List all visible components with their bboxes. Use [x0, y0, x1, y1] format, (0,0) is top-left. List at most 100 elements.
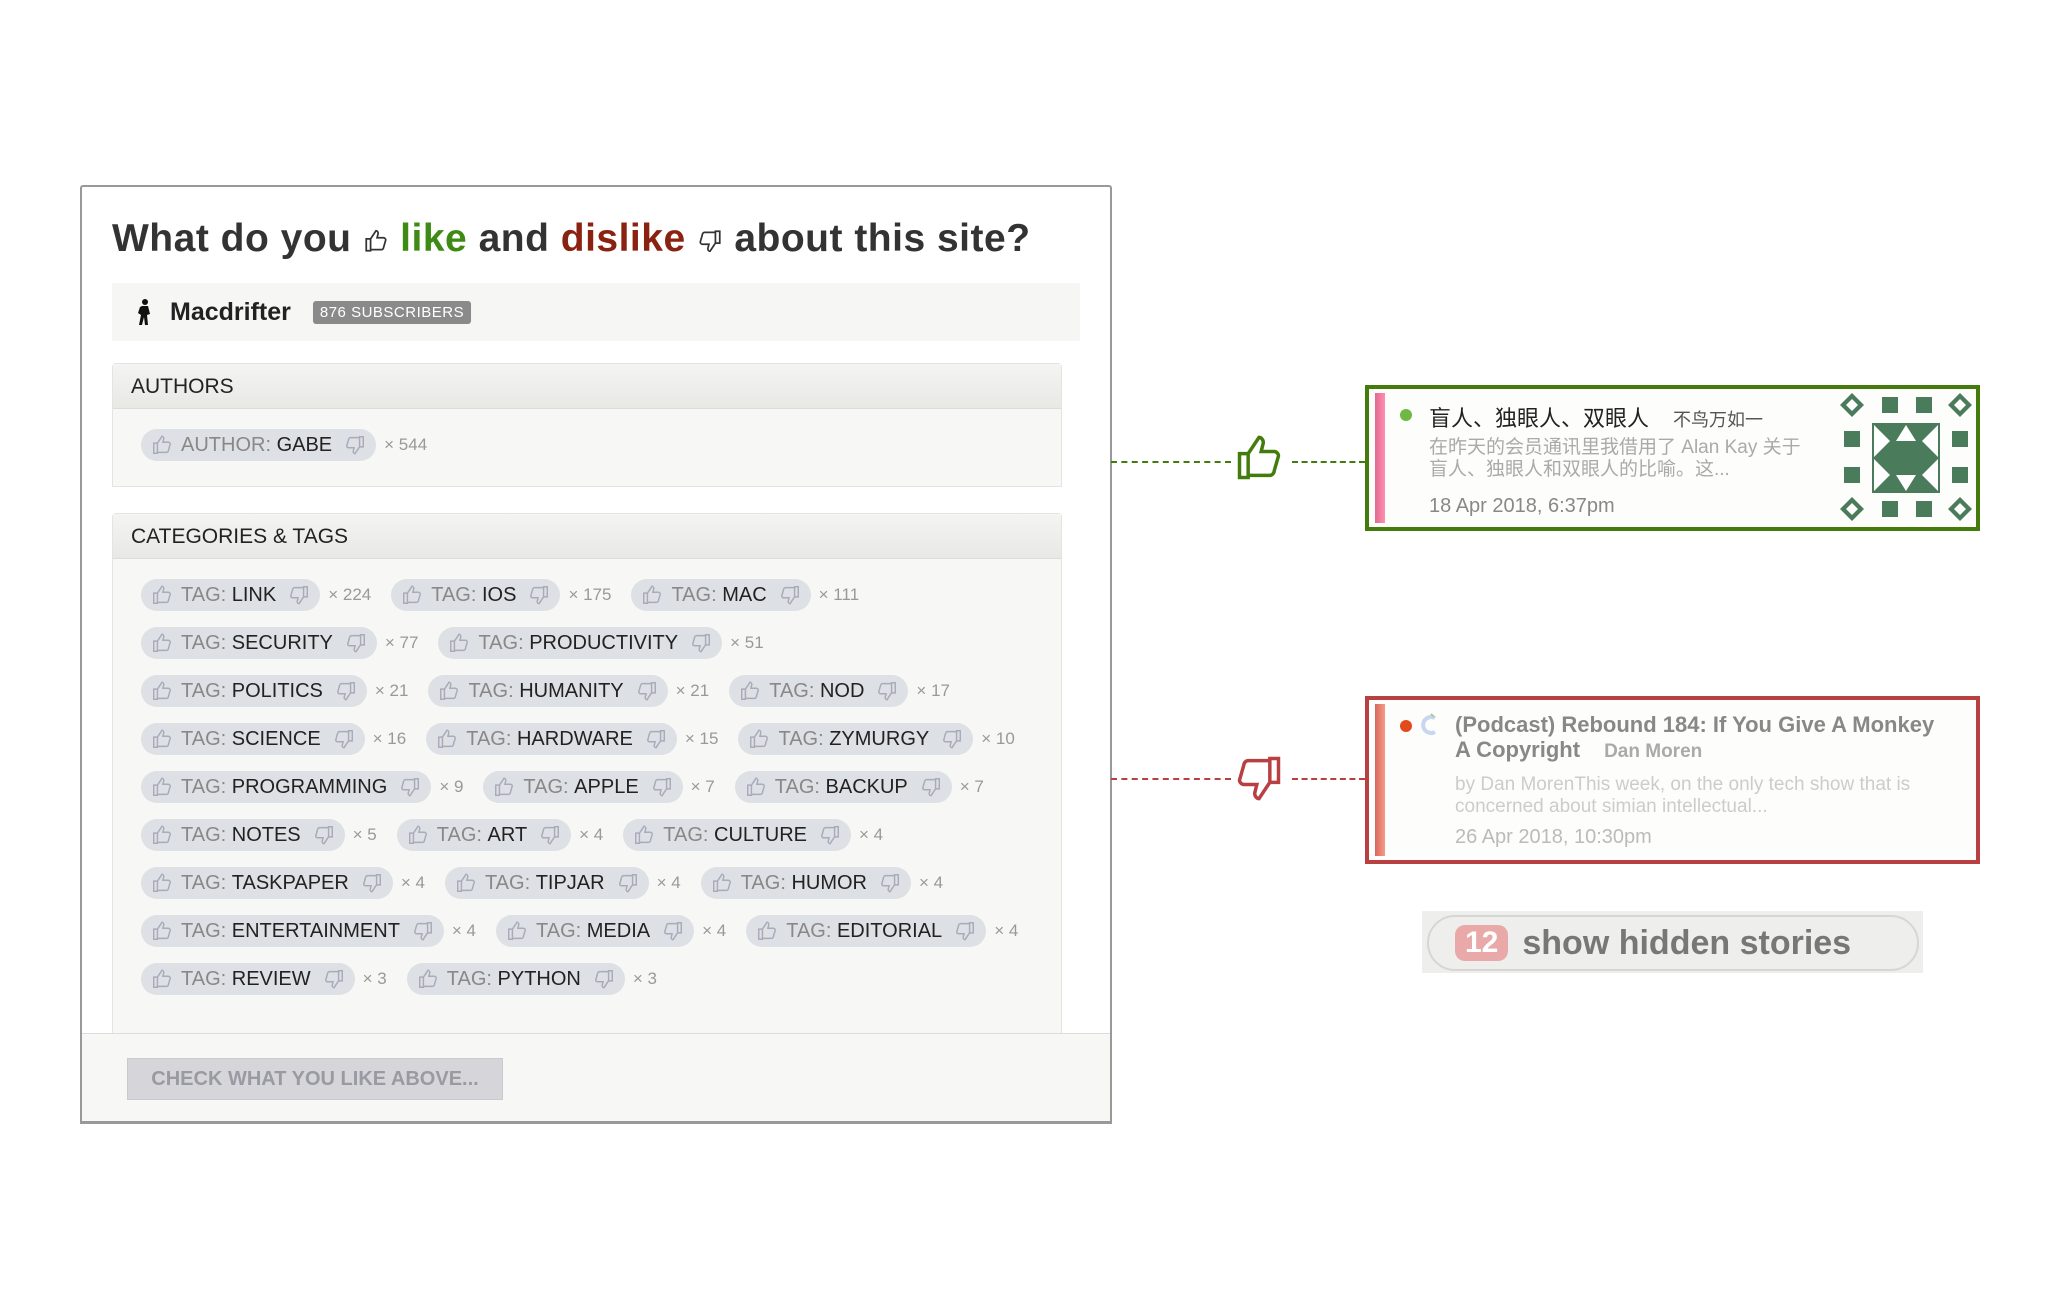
thumbs-up-icon[interactable] [711, 872, 733, 894]
feed-color-stripe [1375, 704, 1385, 856]
thumbs-up-icon[interactable] [151, 776, 173, 798]
classifier-chip[interactable]: TAG: NOTES [141, 819, 345, 851]
authors-panel: AUTHORS AUTHOR: GABE × 544 [112, 363, 1062, 487]
thumbs-up-icon[interactable] [641, 584, 663, 606]
chip-prefix: TAG: [431, 583, 477, 606]
thumbs-down-icon[interactable] [528, 584, 550, 606]
classifier-chip[interactable]: TAG: IOS [391, 579, 561, 611]
thumbs-down-icon[interactable] [335, 680, 357, 702]
classifier-chip[interactable]: TAG: ART [396, 819, 572, 851]
classifier-chip[interactable]: TAG: CULTURE [623, 819, 851, 851]
show-hidden-stories-button[interactable]: 12 show hidden stories [1422, 911, 1923, 973]
classifier-chip[interactable]: AUTHOR: GABE [141, 429, 377, 461]
chip-name: POLITICS [231, 679, 323, 702]
chip-name: ENTERTAINMENT [231, 919, 400, 942]
thumbs-down-icon[interactable] [879, 872, 901, 894]
thumbs-up-icon[interactable] [739, 680, 761, 702]
classifier-chip[interactable]: TAG: TIPJAR [444, 867, 649, 899]
thumbs-up-icon[interactable] [151, 632, 173, 654]
classifier-chip[interactable]: TAG: MAC [631, 579, 811, 611]
thumbs-up-icon[interactable] [151, 434, 173, 456]
thumbs-down-icon[interactable] [954, 920, 976, 942]
thumbs-down-icon[interactable] [645, 728, 667, 750]
thumbs-down-icon[interactable] [288, 584, 310, 606]
categories-header: CATEGORIES & TAGS [113, 514, 1061, 559]
thumbs-down-icon[interactable] [344, 434, 366, 456]
thumbs-up-icon[interactable] [151, 920, 173, 942]
classifier-chip[interactable]: TAG: HUMANITY [428, 675, 668, 707]
thumbs-down-icon[interactable] [876, 680, 898, 702]
classifier-chip[interactable]: TAG: ENTERTAINMENT [141, 915, 444, 947]
thumbs-down-icon [697, 228, 723, 254]
title-dislike: dislike [560, 217, 686, 260]
classifier-chip[interactable]: TAG: HUMOR [700, 867, 911, 899]
classifier-chip[interactable]: TAG: BACKUP [734, 771, 952, 803]
thumbs-down-icon[interactable] [690, 632, 712, 654]
submit-button[interactable]: CHECK WHAT YOU LIKE ABOVE... [127, 1058, 503, 1100]
thumbs-up-icon[interactable] [455, 872, 477, 894]
thumbs-up-icon[interactable] [151, 824, 173, 846]
thumbs-up-icon[interactable] [151, 728, 173, 750]
thumbs-up-icon[interactable] [151, 584, 173, 606]
thumbs-up-icon[interactable] [438, 680, 460, 702]
thumbs-down-icon[interactable] [941, 728, 963, 750]
thumbs-down-icon[interactable] [323, 968, 345, 990]
dialog-title: What do you like and dislike about this … [112, 217, 1031, 261]
disliked-story-card[interactable]: (Podcast) Rebound 184: If You Give A Mon… [1365, 696, 1980, 864]
thumbs-down-icon[interactable] [617, 872, 639, 894]
thumbs-up-icon[interactable] [448, 632, 470, 654]
thumbs-down-icon[interactable] [779, 584, 801, 606]
thumbs-up-icon[interactable] [151, 872, 173, 894]
thumbs-down-icon[interactable] [539, 824, 561, 846]
thumbs-down-icon[interactable] [651, 776, 673, 798]
chip-name: LINK [231, 583, 277, 606]
classifier-chip[interactable]: TAG: ZYMURGY [738, 723, 974, 755]
thumbs-down-icon[interactable] [593, 968, 615, 990]
thumbs-up-icon[interactable] [417, 968, 439, 990]
thumbs-down-icon[interactable] [662, 920, 684, 942]
thumbs-up-icon[interactable] [506, 920, 528, 942]
classifier-chip[interactable]: TAG: TASKPAPER [141, 867, 393, 899]
chip-name: MAC [722, 583, 767, 606]
thumbs-up-icon[interactable] [756, 920, 778, 942]
classifier-chip[interactable]: TAG: POLITICS [141, 675, 367, 707]
authors-header: AUTHORS [113, 364, 1061, 409]
chip-prefix: TAG: [774, 775, 820, 798]
thumbs-down-icon[interactable] [361, 872, 383, 894]
classifier-chip[interactable]: TAG: PROGRAMMING [141, 771, 432, 803]
chip-count: × 21 [374, 681, 409, 700]
thumbs-up-icon[interactable] [401, 584, 423, 606]
classifier-chip[interactable]: TAG: SECURITY [141, 627, 377, 659]
thumbs-up-icon[interactable] [633, 824, 655, 846]
thumbs-up-icon[interactable] [407, 824, 429, 846]
thumbs-down-icon[interactable] [345, 632, 367, 654]
classifier-chip[interactable]: TAG: PYTHON [406, 963, 625, 995]
classifier-chip[interactable]: TAG: LINK [141, 579, 321, 611]
thumbs-up-icon[interactable] [151, 968, 173, 990]
thumbs-up-icon[interactable] [748, 728, 770, 750]
classifier-chip[interactable]: TAG: EDITORIAL [746, 915, 987, 947]
thumbs-up-icon[interactable] [745, 776, 767, 798]
thumbs-down-icon[interactable] [412, 920, 434, 942]
classifier-chip[interactable]: TAG: APPLE [483, 771, 683, 803]
classifier-chip[interactable]: TAG: PRODUCTIVITY [438, 627, 723, 659]
thumbs-up-icon[interactable] [151, 680, 173, 702]
chip-prefix: TAG: [181, 967, 227, 990]
thumbs-down-icon[interactable] [333, 728, 355, 750]
classifier-chip[interactable]: TAG: REVIEW [141, 963, 355, 995]
thumbs-down-icon[interactable] [399, 776, 421, 798]
classifier-chip[interactable]: TAG: MEDIA [496, 915, 695, 947]
thumbs-down-icon[interactable] [920, 776, 942, 798]
thumbs-down-icon[interactable] [313, 824, 335, 846]
classifier-chip[interactable]: TAG: HARDWARE [426, 723, 677, 755]
thumbs-up-icon[interactable] [493, 776, 515, 798]
thumbs-down-icon[interactable] [636, 680, 658, 702]
liked-story-card[interactable]: 盲人、独眼人、双眼人 不鸟万如一 在昨天的会员通讯里我借用了 Alan Kay 关… [1365, 385, 1980, 531]
classifier-chip[interactable]: TAG: SCIENCE [141, 723, 365, 755]
thumbs-up-icon[interactable] [436, 728, 458, 750]
chip-name: NOD [819, 679, 865, 702]
thumbs-down-icon[interactable] [819, 824, 841, 846]
classifier-chip[interactable]: TAG: NOD [729, 675, 909, 707]
title-text: and [478, 217, 550, 260]
story-date: 26 Apr 2018, 10:30pm [1455, 826, 1652, 848]
